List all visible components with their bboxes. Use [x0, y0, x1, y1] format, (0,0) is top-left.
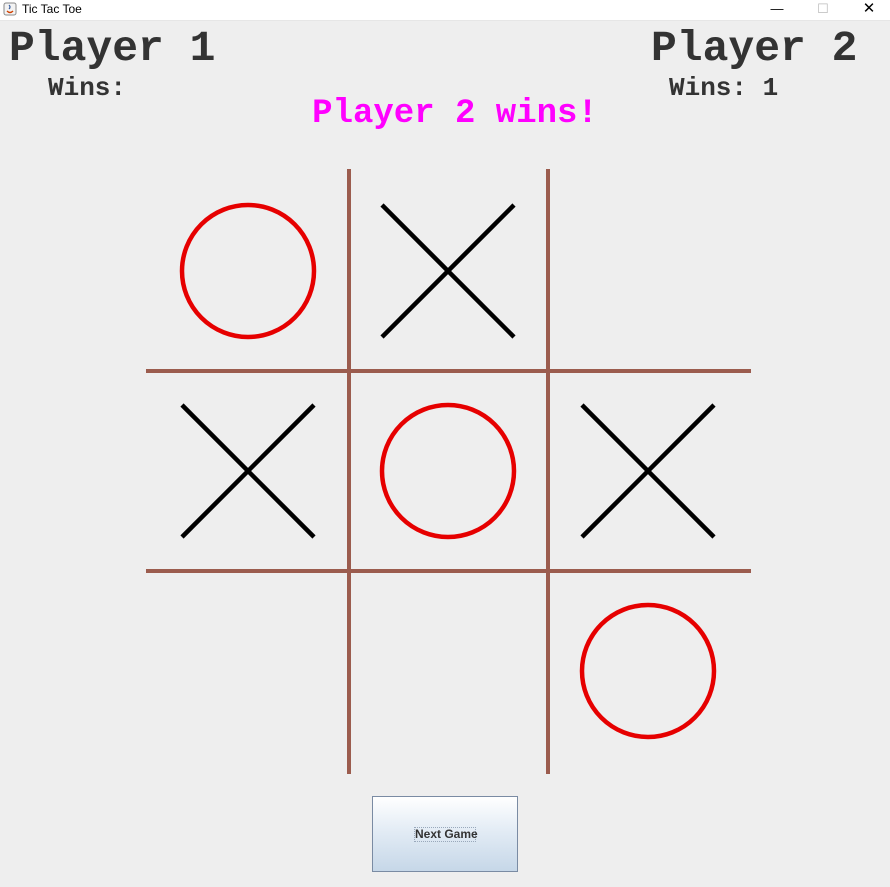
board-cell-3[interactable] — [548, 170, 748, 370]
board-cell-6[interactable] — [548, 370, 748, 570]
board-cell-5[interactable] — [348, 370, 548, 570]
board-cell-8[interactable] — [348, 570, 548, 770]
game-board — [146, 169, 751, 774]
board-cell-2[interactable] — [348, 170, 548, 370]
board-cell-7[interactable] — [148, 570, 348, 770]
board-cell-1[interactable] — [148, 170, 348, 370]
board-cell-9[interactable] — [548, 570, 748, 770]
board-cell-4[interactable] — [148, 370, 348, 570]
next-game-button[interactable]: Next Game — [372, 796, 518, 872]
next-game-label: Next Game — [414, 827, 478, 842]
board-cells — [148, 170, 748, 770]
